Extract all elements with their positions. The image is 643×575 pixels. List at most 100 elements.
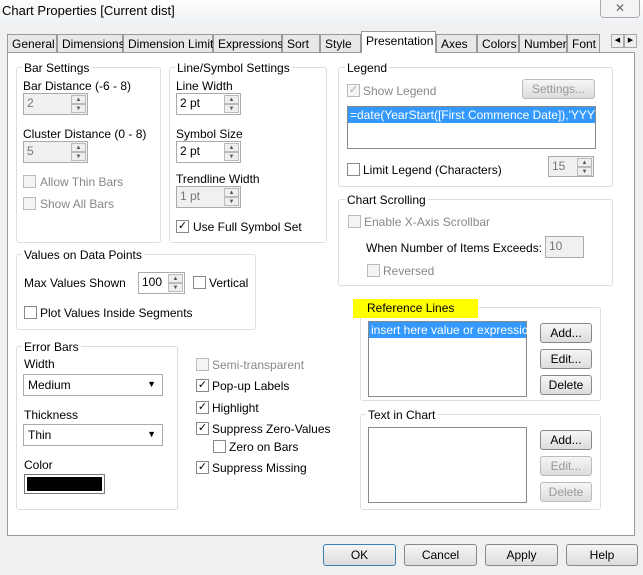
semi-transparent-checkbox[interactable] (196, 358, 209, 371)
width-label: Width (24, 357, 55, 371)
spin-up-icon[interactable]: ▲ (71, 95, 86, 104)
vertical-label: Vertical (209, 276, 249, 290)
use-full-symbol-set-checkbox[interactable]: ✓ (176, 220, 189, 233)
legend-list-item[interactable]: =date(YearStart([First Commence Date]),'… (348, 107, 609, 123)
width-dropdown[interactable]: Medium ▼ (23, 374, 163, 396)
tab-general[interactable]: General (7, 34, 57, 52)
reference-lines-listbox[interactable]: insert here value or expression (368, 321, 535, 397)
tab-font[interactable]: Font (567, 34, 600, 52)
reference-delete-button[interactable]: Delete (540, 375, 592, 395)
color-swatch-button[interactable] (24, 474, 105, 494)
max-values-label: Max Values Shown (24, 276, 126, 290)
show-legend-label: Show Legend (363, 84, 437, 98)
limit-legend-value: 15 (552, 159, 566, 173)
text-edit-button[interactable]: Edit... (540, 456, 592, 476)
suppress-missing-label: Suppress Missing (212, 461, 307, 475)
limit-legend-checkbox[interactable] (347, 163, 360, 176)
line-width-value: 2 pt (180, 96, 201, 110)
line-width-spinner[interactable]: 2 pt ▲ ▼ (176, 93, 241, 115)
tab-dimensions[interactable]: Dimensions (57, 34, 125, 52)
reference-line-item[interactable]: insert here value or expression (369, 322, 535, 338)
cancel-button[interactable]: Cancel (404, 544, 477, 566)
reference-edit-button[interactable]: Edit... (540, 349, 592, 369)
symbol-size-label: Symbol Size (176, 127, 243, 141)
bar-distance-spinner[interactable]: 2 ▲ ▼ (23, 93, 88, 115)
error-bars-title: Error Bars (22, 340, 81, 354)
spin-up-icon[interactable]: ▲ (577, 158, 592, 167)
cluster-distance-spinner[interactable]: 5 ▲ ▼ (23, 141, 88, 163)
text-add-button[interactable]: Add... (540, 430, 592, 450)
items-exceeds-input[interactable]: 10 (545, 236, 584, 258)
text-in-chart-title: Text in Chart (366, 408, 438, 422)
spin-down-icon[interactable]: ▼ (168, 283, 183, 292)
spin-up-icon[interactable]: ▲ (224, 188, 239, 197)
spin-up-icon[interactable]: ▲ (168, 274, 183, 283)
bar-distance-label: Bar Distance (-6 - 8) (23, 79, 132, 93)
spin-down-icon[interactable]: ▼ (71, 152, 86, 161)
popup-labels-label: Pop-up Labels (212, 379, 290, 393)
reversed-label: Reversed (383, 264, 435, 278)
max-values-spinner[interactable]: 100 ▲ ▼ (138, 272, 185, 294)
tab-colors[interactable]: Colors (477, 34, 519, 52)
chart-scrolling-title: Chart Scrolling (345, 193, 428, 207)
thickness-dropdown[interactable]: Thin ▼ (23, 424, 163, 446)
highlight-label: Highlight (212, 401, 259, 415)
spin-down-icon[interactable]: ▼ (224, 197, 239, 206)
spin-down-icon[interactable]: ▼ (224, 152, 239, 161)
color-label: Color (24, 458, 53, 472)
tab-number[interactable]: Number (519, 34, 567, 52)
limit-legend-spinner[interactable]: 15 ▲ ▼ (548, 156, 594, 177)
tab-scroll-right-icon[interactable]: ▶ (624, 34, 637, 48)
zero-on-bars-label: Zero on Bars (229, 440, 299, 454)
help-button[interactable]: Help (566, 544, 638, 566)
tab-scroll-left-icon[interactable]: ◀ (611, 34, 624, 48)
limit-legend-label: Limit Legend (Characters) (363, 163, 502, 177)
reversed-checkbox[interactable] (367, 264, 380, 277)
plot-inside-checkbox[interactable] (24, 306, 37, 319)
legend-title: Legend (345, 61, 390, 75)
apply-button[interactable]: Apply (485, 544, 558, 566)
tab-presentation[interactable]: Presentation (361, 31, 436, 53)
spin-up-icon[interactable]: ▲ (224, 95, 239, 104)
cluster-distance-value: 5 (27, 144, 34, 158)
ok-button[interactable]: OK (323, 544, 396, 566)
legend-listbox[interactable]: =date(YearStart([First Commence Date]),'… (347, 106, 609, 149)
width-value: Medium (28, 378, 71, 392)
enable-scrollbar-checkbox[interactable] (348, 215, 361, 228)
tab-style[interactable]: Style (320, 34, 361, 52)
close-icon[interactable]: ✕ (600, 0, 640, 18)
bar-distance-value: 2 (27, 96, 34, 110)
popup-labels-checkbox[interactable]: ✓ (196, 379, 209, 392)
text-in-chart-listbox[interactable] (368, 427, 527, 503)
trendline-width-spinner[interactable]: 1 pt ▲ ▼ (176, 186, 241, 208)
allow-thin-bars-checkbox[interactable] (23, 175, 36, 188)
window-title: Chart Properties [Current dist] (2, 3, 175, 18)
symbol-size-spinner[interactable]: 2 pt ▲ ▼ (176, 141, 241, 163)
trendline-width-label: Trendline Width (176, 172, 260, 186)
tab-sort[interactable]: Sort (282, 34, 320, 52)
show-legend-checkbox[interactable]: ✓ (347, 84, 360, 97)
spin-up-icon[interactable]: ▲ (71, 143, 86, 152)
suppress-zero-checkbox[interactable]: ✓ (196, 422, 209, 435)
tab-axes[interactable]: Axes (436, 34, 477, 52)
vertical-checkbox[interactable] (193, 276, 206, 289)
max-values-value: 100 (142, 275, 163, 289)
thickness-label: Thickness (24, 408, 79, 422)
highlight-checkbox[interactable]: ✓ (196, 401, 209, 414)
zero-on-bars-checkbox[interactable] (213, 440, 226, 453)
show-all-bars-checkbox[interactable] (23, 197, 36, 210)
reference-add-button[interactable]: Add... (540, 323, 592, 343)
show-all-bars-label: Show All Bars (40, 197, 115, 211)
spin-down-icon[interactable]: ▼ (577, 167, 592, 176)
spin-down-icon[interactable]: ▼ (224, 104, 239, 113)
line-width-label: Line Width (176, 79, 233, 93)
tab-expressions[interactable]: Expressions (213, 34, 283, 52)
suppress-missing-checkbox[interactable]: ✓ (196, 461, 209, 474)
plot-inside-label: Plot Values Inside Segments (40, 306, 193, 320)
text-delete-button[interactable]: Delete (540, 482, 592, 502)
spin-up-icon[interactable]: ▲ (224, 143, 239, 152)
legend-settings-button[interactable]: Settings... (522, 79, 595, 99)
semi-transparent-label: Semi-transparent (212, 358, 305, 372)
spin-down-icon[interactable]: ▼ (71, 104, 86, 113)
tab-dimension-limits[interactable]: Dimension Limits (123, 34, 219, 52)
